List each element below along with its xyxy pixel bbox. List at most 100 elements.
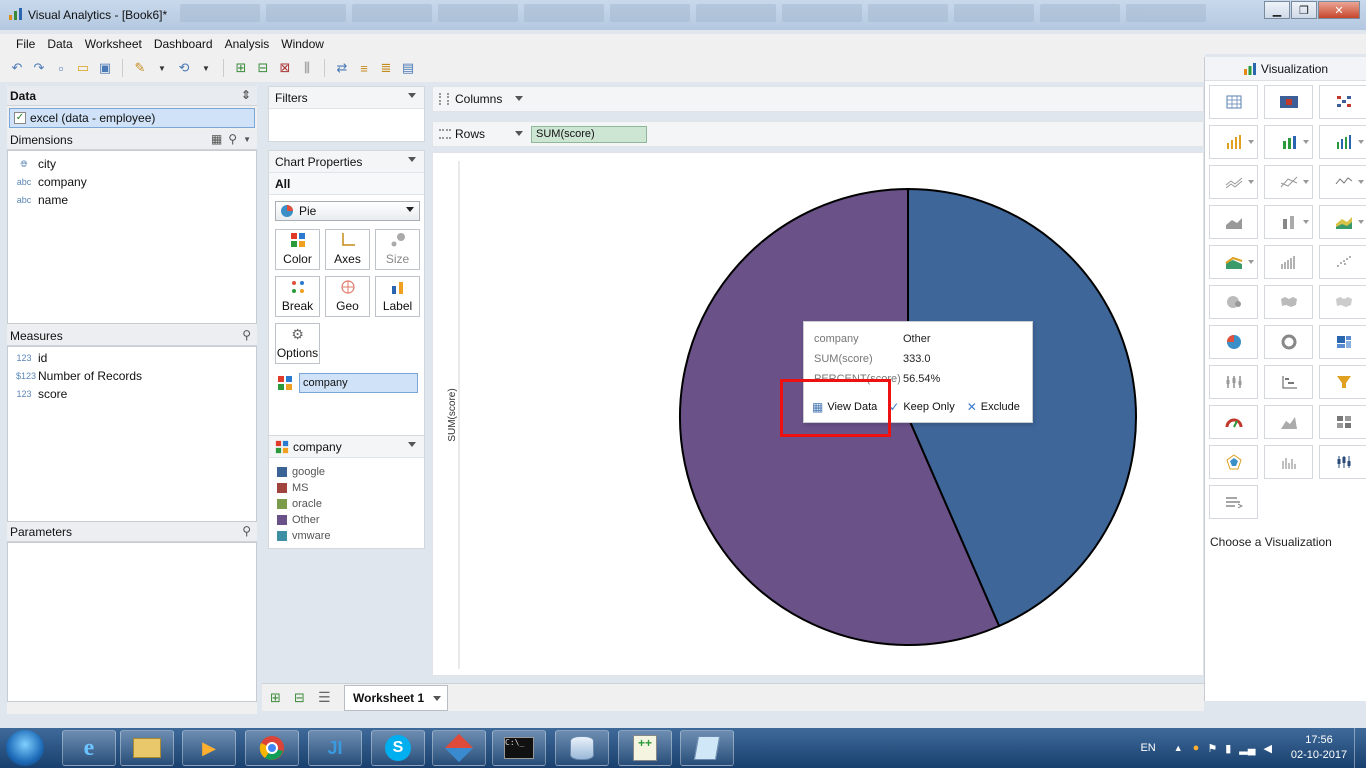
- rows-pill[interactable]: SUM(score): [531, 125, 647, 143]
- new-worksheet-icon[interactable]: ⊞: [270, 690, 281, 706]
- connect-data-icon[interactable]: ✎: [131, 59, 149, 77]
- notepad-plus-plus-icon[interactable]: ++: [618, 730, 672, 766]
- viz-scatter-icon[interactable]: [1319, 245, 1366, 279]
- legend-header[interactable]: company: [269, 436, 424, 458]
- viz-box-plot-icon[interactable]: [1209, 365, 1258, 399]
- show-desktop-button[interactable]: [1354, 728, 1366, 768]
- search-icon[interactable]: ⚲: [242, 328, 251, 342]
- options-button[interactable]: ⚙ Options: [275, 323, 320, 364]
- viz-radar-icon[interactable]: [1209, 445, 1258, 479]
- label-button[interactable]: Label: [375, 276, 420, 317]
- viz-dual-line-icon[interactable]: [1264, 165, 1313, 199]
- filters-header[interactable]: Filters: [269, 87, 424, 109]
- viz-filled-map-icon[interactable]: [1264, 285, 1313, 319]
- dropdown-arrow-icon[interactable]: ▼: [197, 59, 215, 77]
- sort-descending-icon[interactable]: ≣: [377, 59, 395, 77]
- viz-bullet-icon[interactable]: [1264, 445, 1313, 479]
- scope-label[interactable]: All: [269, 173, 424, 195]
- new-worksheet-icon[interactable]: ⊞: [232, 59, 250, 77]
- viz-treemap-icon[interactable]: [1319, 325, 1366, 359]
- viz-tile-icon[interactable]: [1319, 405, 1366, 439]
- axes-button[interactable]: Axes: [325, 229, 370, 270]
- viz-highlight-table-icon[interactable]: [1319, 85, 1366, 119]
- list-sheets-icon[interactable]: ☰: [318, 689, 331, 706]
- legend-item-other[interactable]: Other: [269, 512, 424, 528]
- viz-candlestick-icon[interactable]: [1319, 445, 1366, 479]
- viz-stacked-bar-icon[interactable]: [1264, 125, 1313, 159]
- viz-funnel-icon[interactable]: [1319, 365, 1366, 399]
- close-button[interactable]: ✕: [1318, 1, 1360, 19]
- undo-icon[interactable]: ↶: [8, 59, 26, 77]
- swap-icon[interactable]: ⇄: [333, 59, 351, 77]
- viz-bar-chart-icon[interactable]: [1209, 125, 1258, 159]
- menu-worksheet[interactable]: Worksheet: [79, 34, 148, 54]
- new-dashboard-icon[interactable]: ⊟: [294, 690, 305, 706]
- menu-file[interactable]: File: [10, 34, 41, 54]
- fit-icon[interactable]: ▤: [399, 59, 417, 77]
- file-explorer-icon[interactable]: [120, 730, 174, 766]
- measure-score[interactable]: 123 score: [8, 385, 256, 403]
- viz-dual-area-icon[interactable]: [1319, 205, 1366, 239]
- chart-type-select[interactable]: Pie: [275, 201, 420, 221]
- clear-sheet-icon[interactable]: ⫼: [298, 59, 316, 77]
- legend-item-google[interactable]: google: [269, 464, 424, 480]
- chart-properties-header[interactable]: Chart Properties: [269, 151, 424, 173]
- viz-gantt-icon[interactable]: [1264, 365, 1313, 399]
- app-diamond-icon[interactable]: [432, 730, 486, 766]
- chevron-down-icon[interactable]: [408, 157, 416, 162]
- viz-donut-icon[interactable]: [1264, 325, 1313, 359]
- notepad-icon[interactable]: [680, 730, 734, 766]
- viz-area-chart-icon[interactable]: [1209, 205, 1258, 239]
- command-prompt-icon[interactable]: C:\_: [492, 730, 546, 766]
- viz-continuous-line-icon[interactable]: [1319, 165, 1366, 199]
- chevron-down-icon[interactable]: [433, 696, 441, 701]
- viz-heatmap-icon[interactable]: [1264, 85, 1313, 119]
- checkbox-icon[interactable]: ✓: [14, 112, 26, 124]
- sort-arrows-icon[interactable]: ⇕: [241, 88, 251, 102]
- chevron-down-icon[interactable]: [515, 96, 523, 101]
- volume-icon[interactable]: ◀: [1264, 742, 1272, 755]
- minimize-button[interactable]: ▁: [1264, 1, 1290, 19]
- signal-icon[interactable]: ▂▄: [1239, 742, 1255, 755]
- measure-id[interactable]: 123 id: [8, 349, 256, 367]
- chevron-down-icon[interactable]: [408, 442, 416, 447]
- search-icon[interactable]: ⚲: [228, 132, 237, 146]
- action-center-flag-icon[interactable]: ⚑: [1207, 742, 1217, 755]
- new-dashboard-icon[interactable]: ⊟: [254, 59, 272, 77]
- refresh-icon[interactable]: ⟲: [175, 59, 193, 77]
- size-button[interactable]: Size: [375, 229, 420, 270]
- tab-worksheet-1[interactable]: Worksheet 1: [344, 685, 448, 711]
- color-field-pill[interactable]: company: [299, 373, 418, 393]
- color-button[interactable]: Color: [275, 229, 320, 270]
- break-button[interactable]: Break: [275, 276, 320, 317]
- dimension-company[interactable]: abc company: [8, 173, 256, 191]
- measure-number-of-records[interactable]: $123 Number of Records: [8, 367, 256, 385]
- save-icon[interactable]: ▣: [96, 59, 114, 77]
- menu-data[interactable]: Data: [41, 34, 78, 54]
- dimension-name[interactable]: abc name: [8, 191, 256, 209]
- datasource-item[interactable]: ✓ excel (data - employee): [9, 108, 255, 128]
- menu-analysis[interactable]: Analysis: [219, 34, 276, 54]
- open-folder-icon[interactable]: ▭: [74, 59, 92, 77]
- menu-window[interactable]: Window: [275, 34, 330, 54]
- viz-sankey-icon[interactable]: [1209, 485, 1258, 519]
- sort-ascending-icon[interactable]: ≡: [355, 59, 373, 77]
- new-sheet-icon[interactable]: ▫: [52, 59, 70, 77]
- media-player-icon[interactable]: ▶: [182, 730, 236, 766]
- chrome-icon[interactable]: [245, 730, 299, 766]
- viz-side-by-side-bar-icon[interactable]: [1319, 125, 1366, 159]
- redo-icon[interactable]: ↷: [30, 59, 48, 77]
- start-button[interactable]: [6, 730, 44, 766]
- viz-pie-chart-icon[interactable]: [1209, 325, 1258, 359]
- internet-explorer-icon[interactable]: e: [62, 730, 116, 766]
- duplicate-sheet-icon[interactable]: ⊠: [276, 59, 294, 77]
- chevron-down-icon[interactable]: ▼: [243, 135, 251, 144]
- power-icon[interactable]: ▮: [1225, 742, 1231, 755]
- viz-histogram-icon[interactable]: [1264, 245, 1313, 279]
- viz-mountain-icon[interactable]: [1264, 405, 1313, 439]
- geo-button[interactable]: Geo: [325, 276, 370, 317]
- table-view-icon[interactable]: ▦: [211, 132, 222, 146]
- viz-combo-area-icon[interactable]: [1209, 245, 1258, 279]
- viz-bubble-icon[interactable]: [1209, 285, 1258, 319]
- viz-text-table-icon[interactable]: [1209, 85, 1258, 119]
